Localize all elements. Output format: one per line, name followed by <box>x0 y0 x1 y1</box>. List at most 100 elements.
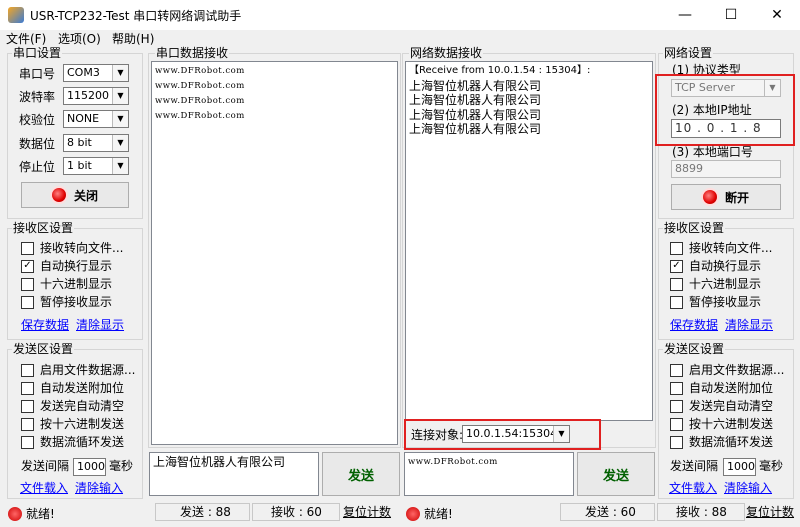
checkbox-label: 数据流循环发送 <box>40 435 125 449</box>
local-port-label: (3) 本地端口号 <box>672 145 753 159</box>
menu-file[interactable]: 文件(F) <box>6 30 46 47</box>
net-receive-area[interactable]: 【Receive from 10.0.1.54 : 15304】: 上海智位机器… <box>405 61 653 421</box>
right-clear-input-link[interactable]: 清除输入 <box>724 481 772 495</box>
left-send-option[interactable]: 数据流循环发送 <box>21 434 124 450</box>
serial-receive-line: www.DFRobot.com <box>155 111 245 121</box>
checkbox-label: 自动换行显示 <box>689 259 762 273</box>
checkbox-label: 发送完自动清空 <box>40 399 125 413</box>
right-receive-option[interactable]: 十六进制显示 <box>670 276 761 292</box>
checkbox-label: 十六进制显示 <box>689 277 762 291</box>
menu-options[interactable]: 选项(O) <box>58 30 101 47</box>
checkbox[interactable] <box>670 399 683 413</box>
left-file-load-link[interactable]: 文件载入 <box>20 481 68 495</box>
serial-send-input[interactable]: 上海智位机器人有限公司 <box>149 452 319 496</box>
checkbox-label: 自动发送附加位 <box>40 381 125 395</box>
menu-help[interactable]: 帮助(H) <box>112 30 154 47</box>
right-interval-input[interactable]: 1000 <box>723 458 756 476</box>
left-clear-input-link[interactable]: 清除输入 <box>75 481 123 495</box>
baud-value: 115200 <box>67 89 109 102</box>
left-reset-count[interactable]: 复位计数 <box>343 505 391 519</box>
right-clear-display-link[interactable]: 清除显示 <box>725 318 773 332</box>
left-send-option[interactable]: 自动发送附加位 <box>21 380 124 396</box>
stopbits-select[interactable]: 1 bit ▼ <box>63 157 129 175</box>
right-file-load-link[interactable]: 文件载入 <box>669 481 717 495</box>
left-receive-option[interactable]: ✓ 自动换行显示 <box>21 258 112 274</box>
right-recv-count: 接收 : 88 <box>657 503 745 521</box>
checkbox[interactable] <box>670 277 683 291</box>
right-save-data-link[interactable]: 保存数据 <box>670 318 718 332</box>
left-receive-option[interactable]: 接收转向文件... <box>21 240 123 256</box>
right-receive-option[interactable]: ✓ 自动换行显示 <box>670 258 761 274</box>
checkbox[interactable] <box>670 241 683 255</box>
checkbox[interactable] <box>21 399 34 413</box>
right-interval-unit: 毫秒 <box>759 459 784 473</box>
serial-send-button[interactable]: 发送 <box>322 452 400 496</box>
net-send-text: www.DFRobot.com <box>408 457 498 467</box>
left-interval-input[interactable]: 1000 <box>73 458 106 476</box>
left-save-data-link[interactable]: 保存数据 <box>21 318 69 332</box>
checkbox[interactable] <box>670 363 683 377</box>
status-led-icon <box>702 190 717 204</box>
left-send-option[interactable]: 发送完自动清空 <box>21 398 124 414</box>
right-status-text: 就绪! <box>424 507 453 521</box>
left-interval-unit: 毫秒 <box>109 459 134 473</box>
checkbox-label: 十六进制显示 <box>40 277 113 291</box>
parity-select[interactable]: NONE ▼ <box>63 110 129 128</box>
serial-receive-line: www.DFRobot.com <box>155 96 245 106</box>
net-send-button[interactable]: 发送 <box>577 452 655 496</box>
left-receive-settings-title: 接收区设置 <box>12 221 75 235</box>
left-receive-option[interactable]: 十六进制显示 <box>21 276 112 292</box>
close-button[interactable]: ✕ <box>754 0 800 30</box>
right-status: 就绪! <box>406 505 453 522</box>
checkbox[interactable] <box>21 363 34 377</box>
checkbox[interactable] <box>670 435 683 449</box>
baud-select[interactable]: 115200 ▼ <box>63 87 129 105</box>
checkbox[interactable]: ✓ <box>21 259 34 273</box>
checkbox[interactable] <box>21 295 34 309</box>
checkbox[interactable]: ✓ <box>670 259 683 273</box>
left-send-settings-title: 发送区设置 <box>12 342 75 356</box>
checkbox-label: 暂停接收显示 <box>689 295 762 309</box>
checkbox-label: 自动发送附加位 <box>689 381 774 395</box>
net-toggle-button[interactable]: 断开 <box>671 184 781 210</box>
databits-select[interactable]: 8 bit ▼ <box>63 134 129 152</box>
maximize-button[interactable]: ☐ <box>708 0 754 30</box>
port-select[interactable]: COM3 ▼ <box>63 64 129 82</box>
minimize-button[interactable]: — <box>662 0 708 30</box>
left-send-option[interactable]: 按十六进制发送 <box>21 416 124 432</box>
right-receive-option[interactable]: 接收转向文件... <box>670 240 772 256</box>
net-receive-title: 网络数据接收 <box>409 46 484 60</box>
net-send-input[interactable]: www.DFRobot.com <box>404 452 574 496</box>
left-receive-option[interactable]: 暂停接收显示 <box>21 294 112 310</box>
right-reset-count[interactable]: 复位计数 <box>746 505 794 519</box>
checkbox[interactable] <box>21 277 34 291</box>
serial-receive-area[interactable]: www.DFRobot.com www.DFRobot.com www.DFRobo… <box>151 61 398 445</box>
left-send-option[interactable]: 启用文件数据源... <box>21 362 135 378</box>
local-port-input[interactable]: 8899 <box>671 160 781 178</box>
right-receive-option[interactable]: 暂停接收显示 <box>670 294 761 310</box>
checkbox-label: 按十六进制发送 <box>689 417 774 431</box>
serial-toggle-button[interactable]: 关闭 <box>21 182 129 208</box>
net-receive-line: 上海智位机器人有限公司 <box>409 93 542 107</box>
right-receive-settings-title: 接收区设置 <box>663 221 726 235</box>
checkbox-label: 发送完自动清空 <box>689 399 774 413</box>
serial-receive-line: www.DFRobot.com <box>155 66 245 76</box>
checkbox[interactable] <box>21 381 34 395</box>
checkbox[interactable] <box>670 381 683 395</box>
right-send-option[interactable]: 启用文件数据源... <box>670 362 784 378</box>
right-send-option[interactable]: 按十六进制发送 <box>670 416 773 432</box>
port-value: COM3 <box>67 66 100 79</box>
checkbox[interactable] <box>670 417 683 431</box>
status-icon <box>406 506 420 521</box>
checkbox-label: 接收转向文件... <box>689 241 773 255</box>
checkbox[interactable] <box>21 435 34 449</box>
left-clear-display-link[interactable]: 清除显示 <box>76 318 124 332</box>
right-send-option[interactable]: 数据流循环发送 <box>670 434 773 450</box>
checkbox[interactable] <box>21 241 34 255</box>
checkbox-label: 启用文件数据源... <box>40 363 136 377</box>
checkbox[interactable] <box>670 295 683 309</box>
parity-label: 校验位 <box>19 113 56 127</box>
checkbox[interactable] <box>21 417 34 431</box>
right-send-option[interactable]: 自动发送附加位 <box>670 380 773 396</box>
right-send-option[interactable]: 发送完自动清空 <box>670 398 773 414</box>
